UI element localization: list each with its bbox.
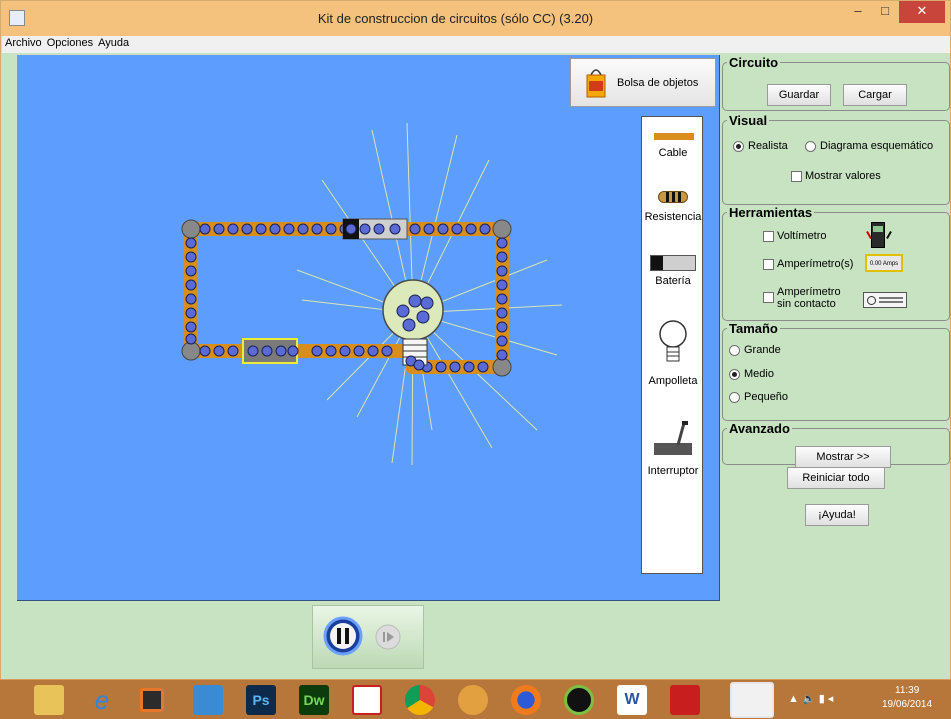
toolbox-resistor[interactable]: Resistencia [642, 189, 704, 239]
switch-component [242, 338, 299, 364]
toolbox-switch[interactable]: Interruptor [642, 419, 704, 483]
ayuda-button[interactable]: ¡Ayuda! [805, 504, 869, 526]
light-bulb-icon [659, 320, 687, 362]
object-bag-button[interactable]: Bolsa de objetos [570, 58, 716, 107]
circuit-canvas[interactable]: Bolsa de objetos Cable Resistencia Bater… [17, 55, 720, 601]
reiniciar-todo-button[interactable]: Reiniciar todo [787, 467, 885, 489]
dreamweaver-icon[interactable]: Dw [299, 685, 329, 715]
resistor-icon [658, 191, 688, 203]
wire-icon [654, 133, 694, 140]
radio-medio[interactable]: Medio [729, 368, 774, 380]
radio-diagrama-esquematico[interactable]: Diagrama esquemático [805, 140, 933, 152]
word-icon[interactable]: W [617, 685, 647, 715]
battery-icon [650, 255, 696, 271]
checkbox-amperimetro-sin-contacto[interactable]: Amperímetro sin contacto [763, 286, 841, 310]
toolbox-battery-label: Batería [655, 275, 691, 287]
menu-archivo[interactable]: Archivo [2, 36, 44, 49]
clock-time[interactable]: 11:39 [895, 685, 919, 696]
toolbox-battery[interactable]: Batería [642, 253, 704, 303]
save-button[interactable]: Guardar [767, 84, 831, 106]
control-panel-icon[interactable] [193, 685, 223, 715]
maximize-button[interactable]: □ [872, 1, 898, 23]
file-explorer-icon[interactable] [34, 685, 64, 715]
object-bag-label: Bolsa de objetos [617, 77, 699, 89]
acrobat-reader-icon[interactable] [670, 685, 700, 715]
acrobat-icon[interactable] [352, 685, 382, 715]
visual-title: Visual [729, 113, 768, 128]
checkbox-voltimetro[interactable]: Voltímetro [763, 230, 827, 242]
app-window: Kit de construccion de circuitos (sólo C… [0, 0, 951, 719]
step-forward-button[interactable] [375, 624, 401, 650]
non-contact-ammeter-icon [863, 292, 907, 308]
visual-group: Visual Realista Diagrama esquemático Mos… [722, 113, 950, 205]
switch-icon [654, 421, 692, 455]
radio-realista[interactable]: Realista [733, 140, 788, 152]
toolbox-cable-label: Cable [658, 147, 688, 159]
mostrar-advanced-button[interactable]: Mostrar >> [795, 446, 891, 468]
load-button[interactable]: Cargar [843, 84, 907, 106]
tamano-title: Tamaño [729, 321, 778, 336]
menu-bar: Archivo Opciones Ayuda [2, 36, 950, 53]
circuit-drawing [181, 122, 563, 466]
circuito-group: Circuito Guardar Cargar [722, 55, 950, 111]
battery-component [342, 218, 408, 240]
spotify-icon[interactable] [564, 685, 594, 715]
playback-controls [312, 605, 424, 669]
herramientas-title: Herramientas [729, 205, 813, 220]
toolbox-switch-label: Interruptor [647, 465, 699, 477]
circuito-title: Circuito [729, 55, 779, 70]
photoshop-icon[interactable]: Ps [246, 685, 276, 715]
clock-date[interactable]: 19/06/2014 [882, 699, 932, 710]
electrons [185, 223, 508, 373]
herramientas-group: Herramientas Voltímetro Amperímetro(s) 0… [722, 205, 950, 321]
firefox-icon[interactable] [511, 685, 541, 715]
component-toolbox: Cable Resistencia Batería Ampolleta Inte… [641, 116, 703, 574]
title-bar[interactable]: Kit de construccion de circuitos (sólo C… [1, 1, 950, 36]
radio-pequeno[interactable]: Pequeño [729, 391, 788, 403]
tamano-group: Tamaño Grande Medio Pequeño [722, 321, 950, 421]
toolbox-resistor-label: Resistencia [644, 211, 702, 223]
radio-grande[interactable]: Grande [729, 344, 781, 356]
shopping-bag-icon [586, 69, 606, 98]
minimize-button[interactable]: – [845, 1, 871, 23]
toolbox-bulb[interactable]: Ampolleta [642, 319, 704, 395]
java-icon[interactable] [730, 682, 774, 718]
control-panel: Circuito Guardar Cargar Visual Realista … [721, 55, 950, 655]
checkbox-mostrar-valores[interactable]: Mostrar valores [791, 170, 881, 182]
window-title: Kit de construccion de circuitos (sólo C… [317, 11, 594, 26]
pause-button[interactable] [323, 616, 363, 656]
toolbox-cable[interactable]: Cable [642, 125, 704, 175]
checkbox-amperimetro[interactable]: Amperímetro(s) [763, 258, 853, 270]
toolbox-bulb-label: Ampolleta [648, 375, 698, 387]
internet-explorer-icon[interactable]: e [87, 685, 117, 715]
avanzado-group: Avanzado Mostrar >> [722, 421, 950, 468]
close-button[interactable]: ✕ [899, 1, 945, 23]
chrome-icon[interactable] [405, 685, 435, 715]
voltmeter-icon [863, 220, 897, 254]
tray-icons[interactable]: ▲ 🔈 ▮ ◂ [788, 692, 833, 705]
avanzado-title: Avanzado [729, 421, 790, 436]
ammeter-readout: 0.00 Amps [865, 254, 903, 272]
menu-opciones[interactable]: Opciones [44, 36, 95, 49]
media-player-icon[interactable] [140, 688, 164, 712]
os-taskbar: e Ps Dw W ▲ 🔈 ▮ ◂ 11:39 19/06/2014 [0, 679, 951, 719]
menu-ayuda[interactable]: Ayuda [95, 36, 131, 49]
gimp-icon[interactable] [458, 685, 488, 715]
